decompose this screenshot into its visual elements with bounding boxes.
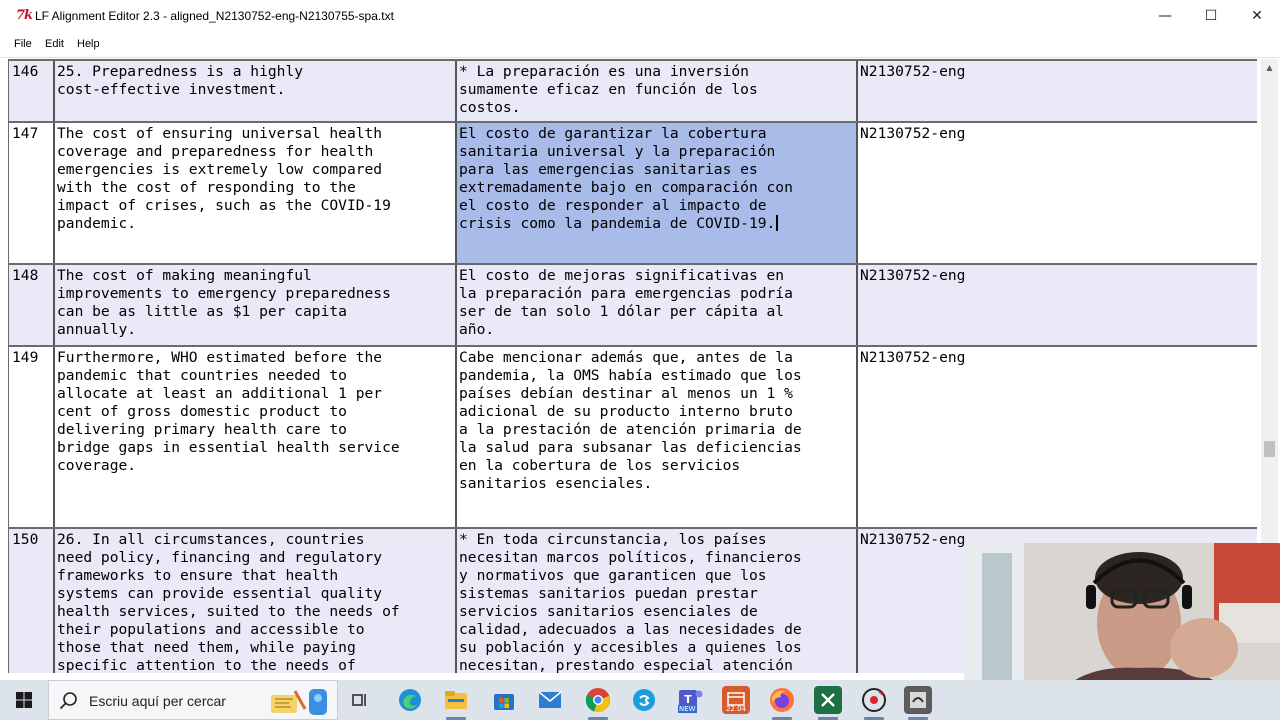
- excel-app-icon[interactable]: [814, 686, 842, 714]
- row-number: 147: [12, 125, 39, 142]
- target-text-cell[interactable]: * La preparación es una inversión sumame…: [455, 61, 856, 121]
- source-text-cell[interactable]: The cost of making meaningful improvemen…: [53, 265, 455, 345]
- chrome-icon[interactable]: [584, 686, 612, 714]
- search-placeholder: Escriu aquí per cercar: [89, 693, 226, 709]
- target-text-cell[interactable]: Cabe mencionar además que, antes de la p…: [455, 347, 856, 527]
- menu-file[interactable]: File: [14, 38, 32, 50]
- target-text-cell[interactable]: El costo de mejoras significativas en la…: [455, 265, 856, 345]
- source-text-cell[interactable]: Furthermore, WHO estimated before the pa…: [53, 347, 455, 527]
- selected-text: El costo de garantizar la cobertura sani…: [459, 125, 793, 232]
- table-row[interactable]: 148 The cost of making meaningful improv…: [9, 263, 1257, 345]
- doc-id-cell[interactable]: N2130752-eng: [856, 265, 1257, 345]
- maximize-icon: ☐: [1204, 8, 1218, 24]
- target-text-cell-selected[interactable]: El costo de garantizar la cobertura sani…: [455, 123, 856, 263]
- task-view-icon[interactable]: [346, 686, 374, 714]
- table-row[interactable]: 149 Furthermore, WHO estimated before th…: [9, 345, 1257, 527]
- doc-id-cell[interactable]: N2130752-eng: [856, 123, 1257, 263]
- table-row[interactable]: 146 25. Preparedness is a highly cost-ef…: [9, 59, 1257, 121]
- search-icon: [59, 692, 77, 710]
- table-row[interactable]: 147 The cost of ensuring universal healt…: [9, 121, 1257, 263]
- scroll-thumb[interactable]: [1264, 441, 1275, 457]
- close-icon: ✕: [1251, 8, 1263, 24]
- text-caret: [776, 215, 779, 231]
- start-button[interactable]: [0, 680, 48, 720]
- target-text-cell[interactable]: * En toda circunstancia, los países nece…: [455, 529, 856, 673]
- maximize-button[interactable]: ☐: [1188, 0, 1234, 32]
- taskbar-search-box[interactable]: Escriu aquí per cercar: [48, 680, 338, 720]
- search-highlight-icon: [271, 689, 327, 715]
- calendar-badge: 22.04: [725, 705, 747, 713]
- source-text-cell[interactable]: The cost of ensuring universal health co…: [53, 123, 455, 263]
- minimize-icon: —: [1158, 8, 1172, 24]
- row-number: 149: [12, 349, 39, 366]
- teams-icon[interactable]: T NEW: [676, 686, 704, 714]
- row-number: 146: [9, 61, 53, 121]
- mail-icon[interactable]: [536, 686, 564, 714]
- source-text-cell[interactable]: 25. Preparedness is a highly cost-effect…: [53, 61, 455, 121]
- menu-bar: File Edit Help: [0, 32, 1280, 58]
- calendar-app-icon[interactable]: 22.04: [722, 686, 750, 714]
- row-number: 148: [9, 265, 53, 345]
- source-text-cell[interactable]: 26. In all circumstances, countries need…: [53, 529, 455, 673]
- row-number: 150: [9, 529, 53, 673]
- teams-new-badge: NEW: [678, 705, 697, 713]
- recorder-icon[interactable]: [860, 686, 888, 714]
- doc-id-cell[interactable]: N2130752-eng: [856, 61, 1257, 121]
- minimize-button[interactable]: —: [1142, 0, 1188, 32]
- close-button[interactable]: ✕: [1234, 0, 1280, 32]
- title-bar: 7k LF Alignment Editor 2.3 - aligned_N21…: [0, 0, 1280, 32]
- scroll-up-icon[interactable]: ▲: [1261, 59, 1278, 76]
- tk-app-icon[interactable]: [904, 686, 932, 714]
- windows-icon: [16, 692, 32, 708]
- doc-id-cell[interactable]: N2130752-eng: [856, 347, 1257, 527]
- menu-help[interactable]: Help: [77, 38, 100, 50]
- tk-app-icon: 7k: [16, 8, 33, 23]
- store-icon[interactable]: [490, 686, 518, 714]
- menu-edit[interactable]: Edit: [45, 38, 64, 50]
- firefox-icon[interactable]: [768, 686, 796, 714]
- edge-icon[interactable]: [396, 686, 424, 714]
- window-title: LF Alignment Editor 2.3 - aligned_N21307…: [35, 9, 394, 23]
- skype-icon[interactable]: [630, 686, 658, 714]
- file-explorer-icon[interactable]: [442, 686, 470, 714]
- taskbar: Escriu aquí per cercar T NEW 22.04: [0, 680, 1280, 720]
